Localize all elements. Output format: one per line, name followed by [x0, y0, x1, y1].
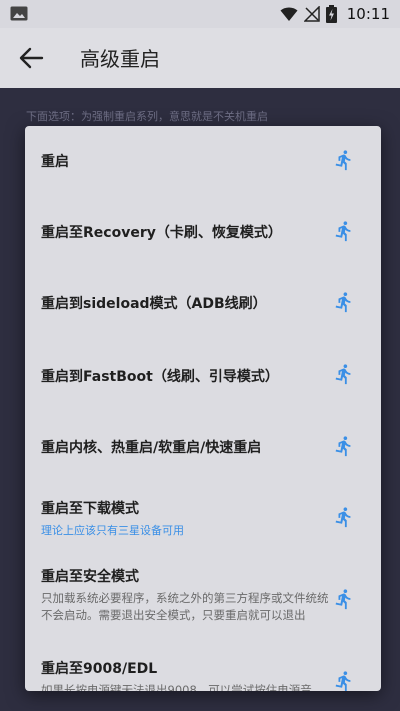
menu-item-label: 重启内核、热重启/软重启/快速重启 — [41, 440, 262, 456]
running-person-icon — [335, 589, 351, 610]
menu-item-reboot-download[interactable]: 重启至下载模式 理论上应该只有三星设备可用 — [25, 482, 381, 552]
running-person-icon — [335, 221, 351, 242]
running-person-icon — [335, 507, 351, 528]
menu-item-subtitle: 理论上应该只有三星设备可用 — [41, 524, 184, 537]
menu-item-subtitle: 如果长按电源键无法退出9008，可以尝试按住电源音 — [41, 683, 312, 691]
menu-item-subtitle: 只加载系统必要程序，系统之外的第三方程序或文件统统不会启动。需要退出安全模式，只… — [41, 591, 329, 622]
no-signal-icon — [303, 6, 320, 22]
app-bar: 高级重启 — [0, 28, 400, 88]
menu-item-reboot-fastboot[interactable]: 重启到FastBoot（线刷、引导模式） — [25, 338, 381, 410]
menu-item-reboot[interactable]: 重启 — [25, 126, 381, 194]
running-person-icon — [335, 292, 351, 313]
gallery-notification-icon — [10, 6, 28, 21]
menu-item-label: 重启到sideload模式（ADB线刷） — [41, 296, 267, 312]
menu-item-label: 重启至9008/EDL — [41, 661, 158, 677]
page-title: 高级重启 — [80, 47, 160, 71]
menu-item-label: 重启至Recovery（卡刷、恢复模式） — [41, 225, 282, 241]
wifi-icon — [280, 7, 298, 21]
menu-item-label: 重启至安全模式 — [41, 569, 139, 585]
background-hint-text: 下面选项：为强制重启系列，意思就是不关机重启 — [26, 110, 268, 123]
arrow-back-icon[interactable] — [18, 46, 44, 70]
reboot-options-dialog: 重启 重启至Recovery（卡刷、恢复模式） 重启到sideload模式（AD… — [25, 126, 381, 691]
menu-item-reboot-safe-mode[interactable]: 重启至安全模式 只加载系统必要程序，系统之外的第三方程序或文件统统不会启动。需要… — [25, 552, 381, 646]
menu-item-label: 重启至下载模式 — [41, 501, 139, 517]
menu-item-label: 重启 — [41, 154, 69, 170]
battery-charging-icon — [325, 5, 337, 23]
menu-item-reboot-edl[interactable]: 重启至9008/EDL 如果长按电源键无法退出9008，可以尝试按住电源音 — [25, 646, 381, 691]
running-person-icon — [335, 436, 351, 457]
running-person-icon — [335, 671, 351, 691]
running-person-icon — [335, 364, 351, 385]
menu-item-label: 重启到FastBoot（线刷、引导模式） — [41, 369, 279, 385]
clock: 10:11 — [346, 5, 390, 23]
menu-item-reboot-recovery[interactable]: 重启至Recovery（卡刷、恢复模式） — [25, 196, 381, 266]
running-person-icon — [335, 150, 351, 171]
menu-item-reboot-sideload[interactable]: 重启到sideload模式（ADB线刷） — [25, 266, 381, 338]
status-bar: 10:11 — [0, 0, 400, 28]
menu-item-reboot-kernel[interactable]: 重启内核、热重启/软重启/快速重启 — [25, 410, 381, 482]
